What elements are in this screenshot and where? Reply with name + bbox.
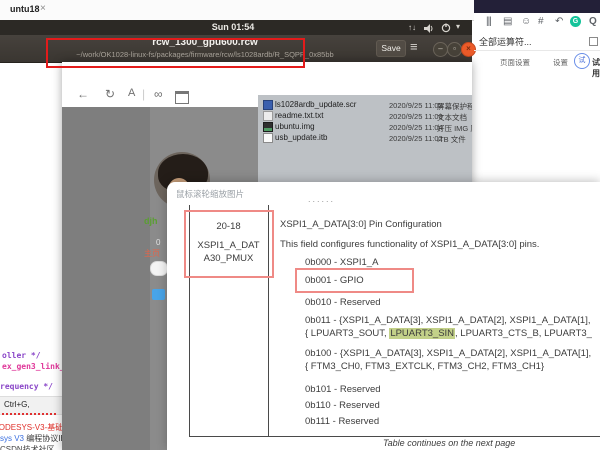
link-icon[interactable]: ∞ (154, 87, 163, 101)
screenshot-icon[interactable]: # (538, 16, 544, 27)
table-value: 0b010 - Reserved (305, 297, 381, 308)
txt-file-icon (263, 111, 273, 121)
text-tool-icon[interactable]: A (128, 87, 135, 99)
library-icon[interactable]: ||| (486, 16, 491, 27)
omnibox-text[interactable]: 全部运算符... (479, 35, 532, 48)
zoom-tooltip: 鼠标滚轮缩放图片 (176, 188, 244, 200)
zoom-icon[interactable]: Q (589, 16, 597, 27)
file-list-panel: ls1028ardb_update.scr 2020/9/25 11:03 屏幕… (258, 95, 472, 182)
volume-icon[interactable] (424, 24, 434, 33)
annotation-rect-gpio (295, 268, 414, 293)
suggestion-item[interactable]: CSDN技术社区 (0, 444, 55, 450)
file-name: readme.txt.txt (275, 111, 323, 120)
itb-file-icon (263, 133, 273, 143)
page-tool-1[interactable]: 页面设置 (500, 57, 530, 68)
file-row[interactable]: readme.txt.txt 2020/9/25 11:03 文本文档 (258, 110, 472, 121)
maximize-button[interactable]: ▫ (447, 42, 462, 57)
hamburger-menu-icon[interactable]: ≡ (410, 39, 418, 54)
file-name: usb_update.itb (275, 133, 328, 142)
value-text: { LPUART3_SOUT, (305, 328, 389, 339)
clock[interactable]: Sun 01:54 (173, 22, 293, 32)
page-tool-settings[interactable]: 设置 (553, 57, 568, 68)
file-row[interactable]: usb_update.itb 2020/9/25 11:02 ITB 文件 (258, 132, 472, 143)
image-preview-dialog: 鼠标滚轮缩放图片 ...... 20-18 XSPI1_A_DAT A30_PM… (167, 182, 600, 450)
dimmed-overlay-dark (62, 107, 150, 450)
table-value: 0b110 - Reserved (305, 400, 380, 411)
toolbar-divider: | (142, 87, 145, 101)
annotation-rect-field-cell (184, 210, 274, 278)
file-name: ls1028ardb_update.scr (275, 100, 356, 109)
search-text: Ctrl+G, (4, 400, 30, 409)
table-footer-note: Table continues on the next page (383, 438, 515, 448)
value-text: , LPUART3_CTS_B, LPUART3_ (455, 328, 592, 339)
profile-home-link[interactable]: 主页 (144, 248, 160, 259)
bookmark-box-icon[interactable] (589, 37, 598, 46)
file-date: 2020/9/25 11:03 (389, 101, 443, 110)
file-name: ubuntu.img (275, 122, 315, 131)
minimize-button[interactable]: – (433, 42, 448, 57)
table-value: 0b100 - {XSPI1_A_DATA[3], XSPI1_A_DATA[2… (305, 348, 591, 359)
trial-text: 试用 (592, 57, 600, 79)
tab-close-icon[interactable]: × (40, 3, 46, 14)
table-border-bottom (189, 436, 600, 437)
profile-count: 0 (156, 238, 160, 247)
table-value: { LPUART3_SOUT, LPUART3_SIN, LPUART3_CTS… (305, 328, 592, 339)
code-line: requency */ (0, 382, 53, 391)
img-file-icon (263, 122, 273, 132)
table-value: { FTM3_CH0, FTM3_EXTCLK, FTM3_CH2, FTM3_… (305, 361, 544, 372)
save-button[interactable]: Save (376, 40, 406, 57)
back-icon[interactable]: ← (77, 87, 89, 101)
code-line: oller */ (2, 351, 41, 360)
chevron-down-icon[interactable]: ▾ (456, 22, 460, 31)
share-weibo-icon[interactable] (152, 289, 165, 300)
suggestion-item[interactable]: CODESYS-V3-基础 (0, 422, 62, 433)
network-icon[interactable]: ↑↓ (408, 23, 416, 32)
table-config-desc: This field configures functionality of X… (280, 239, 539, 250)
tab-ubuntu18[interactable]: untu18 (10, 4, 40, 14)
profile-username[interactable]: djh (144, 216, 158, 226)
spellcheck-squiggle (2, 413, 58, 415)
file-type: ITB 文件 (437, 134, 466, 145)
suggestion-text: 编程协议IE (24, 434, 62, 443)
file-date: 2020/9/25 11:02 (389, 134, 443, 143)
table-value: 0b000 - XSPI1_A (305, 257, 378, 268)
table-config-title: XSPI1_A_DATA[3:0] Pin Configuration (280, 219, 442, 230)
account-icon[interactable]: ☺ (521, 16, 531, 27)
cropped-row-ellipsis: ...... (308, 194, 335, 204)
annotation-rect-title (46, 38, 305, 68)
browser-titlebar (474, 0, 600, 13)
highlighted-signal: LPUART3_SIN (389, 328, 455, 339)
sidebar-icon[interactable]: ▤ (503, 16, 512, 27)
table-value: 0b011 - {XSPI1_A_DATA[3], XSPI1_A_DATA[2… (305, 315, 591, 326)
underlying-page-left-column: oller */ ex_gen3_link_ requency */ Ctrl+… (0, 340, 62, 450)
profile-button[interactable] (150, 261, 168, 276)
table-value: 0b101 - Reserved (305, 384, 381, 395)
refresh-icon[interactable]: ↻ (105, 87, 115, 101)
screen: oller */ ex_gen3_link_ requency */ Ctrl+… (0, 0, 600, 450)
file-row[interactable]: ls1028ardb_update.scr 2020/9/25 11:03 屏幕… (258, 99, 472, 110)
file-date: 2020/9/25 11:03 (389, 112, 443, 121)
suggestion-highlight: sys V3 (0, 434, 24, 443)
file-date: 2020/9/25 11:04 (389, 123, 443, 132)
code-line: ex_gen3_link_ (2, 362, 62, 371)
scr-file-icon (263, 100, 273, 110)
trial-badge[interactable]: 试 (574, 53, 590, 69)
suggestion-item[interactable]: sys V3 编程协议IE (0, 433, 62, 444)
undo-icon[interactable]: ↶ (555, 16, 563, 27)
table-value: 0b111 - Reserved (305, 416, 379, 427)
divider (474, 50, 600, 51)
album-icon[interactable] (175, 91, 189, 104)
file-row[interactable]: ubuntu.img 2020/9/25 11:04 好压 IMG 压缩文件 (258, 121, 472, 132)
power-icon[interactable] (441, 23, 451, 33)
host-tab-strip (0, 0, 474, 21)
grammarly-icon[interactable]: G (570, 16, 581, 27)
